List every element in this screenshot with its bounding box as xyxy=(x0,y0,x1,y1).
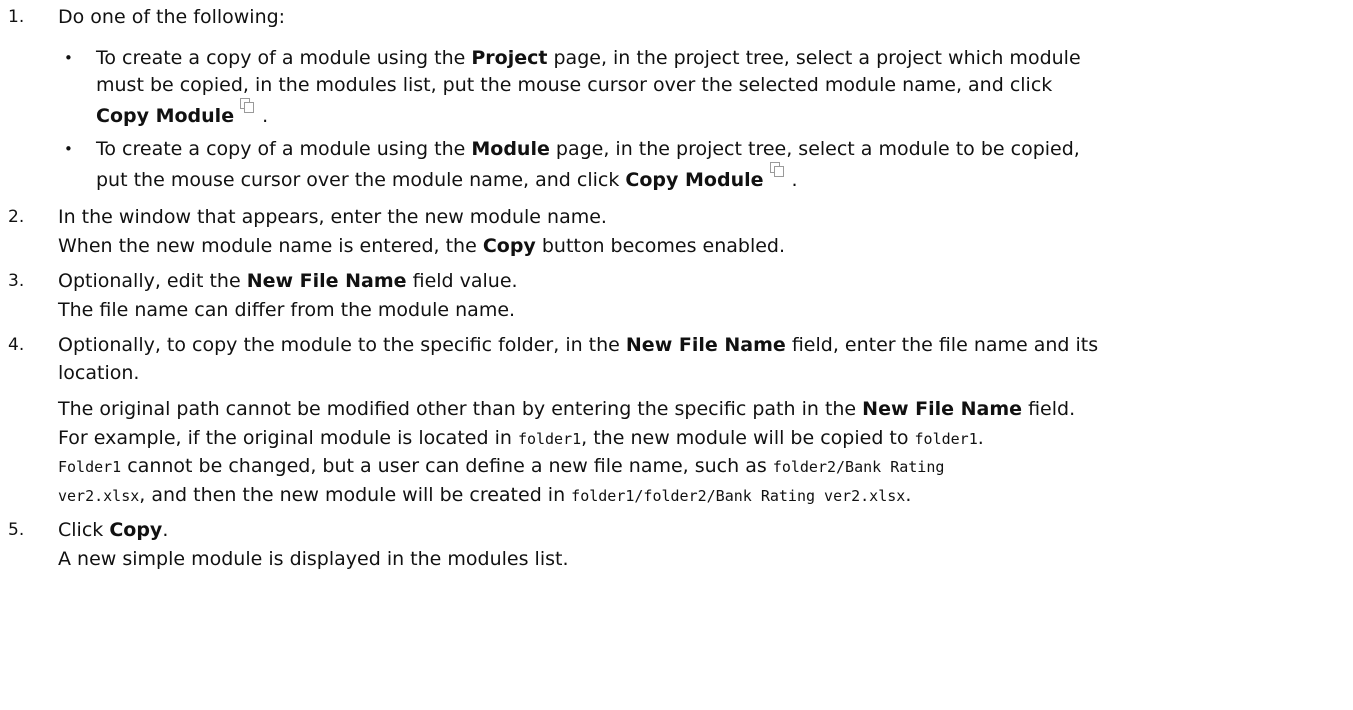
code-full-path: folder1/folder2/Bank Rating ver2.xlsx xyxy=(571,487,906,505)
instructions-document: 1. Do one of the following: • To create … xyxy=(0,0,1353,710)
step-2-text: In the window that appears, enter the ne… xyxy=(58,206,607,228)
new-file-name-term: New File Name xyxy=(246,270,407,292)
step-4-note-4: ver2.xlsx, and then the new module will … xyxy=(58,484,912,506)
code-ver2-xlsx: ver2.xlsx xyxy=(58,487,140,505)
step-1-text: Do one of the following: xyxy=(58,6,286,28)
bullet-2-line-1: To create a copy of a module using the M… xyxy=(96,138,1080,160)
bullet-1-line-3: Copy Module . xyxy=(96,98,268,129)
copy-icon xyxy=(769,162,784,177)
copy-button-term: Copy xyxy=(482,235,536,257)
copy-module-term: Copy Module xyxy=(625,169,764,191)
bullet-2-line-2: put the mouse cursor over the module nam… xyxy=(96,162,798,193)
copy-icon xyxy=(240,98,255,113)
step-2-note: When the new module name is entered, the… xyxy=(58,235,786,257)
bullet-1-line-1: To create a copy of a module using the P… xyxy=(96,47,1081,69)
code-folder1: folder1 xyxy=(517,430,582,448)
project-page-term: Project xyxy=(471,47,548,69)
bullet-2-marker: • xyxy=(64,140,73,158)
copy-button-term: Copy xyxy=(109,519,163,541)
step-5-note: A new simple module is displayed in the … xyxy=(58,548,569,570)
copy-module-term: Copy Module xyxy=(96,105,235,127)
step-4-text: Optionally, to copy the module to the sp… xyxy=(58,334,1099,356)
module-page-term: Module xyxy=(471,138,550,160)
step-4-note-2: For example, if the original module is l… xyxy=(58,427,984,449)
step-3-note: The file name can differ from the module… xyxy=(58,299,516,321)
code-folder1: folder1 xyxy=(914,430,978,448)
step-5-text: Click Copy. xyxy=(58,519,169,541)
step-4-number: 4. xyxy=(8,335,25,355)
step-5-number: 5. xyxy=(8,520,25,540)
step-4-note-1: The original path cannot be modified oth… xyxy=(58,398,1076,420)
step-3-number: 3. xyxy=(8,271,25,291)
step-2-number: 2. xyxy=(8,207,25,227)
step-4-text-2: location. xyxy=(58,362,140,384)
step-4-note-3: Folder1 cannot be changed, but a user ca… xyxy=(58,455,945,477)
new-file-name-term: New File Name xyxy=(862,398,1023,420)
bullet-1-marker: • xyxy=(64,49,73,67)
new-file-name-term: New File Name xyxy=(625,334,786,356)
code-folder2-path: folder2/Bank Rating xyxy=(772,458,945,476)
code-folder1-capital: Folder1 xyxy=(58,458,122,476)
step-1-number: 1. xyxy=(8,7,25,27)
bullet-1-line-2: must be copied, in the modules list, put… xyxy=(96,74,1053,96)
step-3-text: Optionally, edit the New File Name field… xyxy=(58,270,518,292)
